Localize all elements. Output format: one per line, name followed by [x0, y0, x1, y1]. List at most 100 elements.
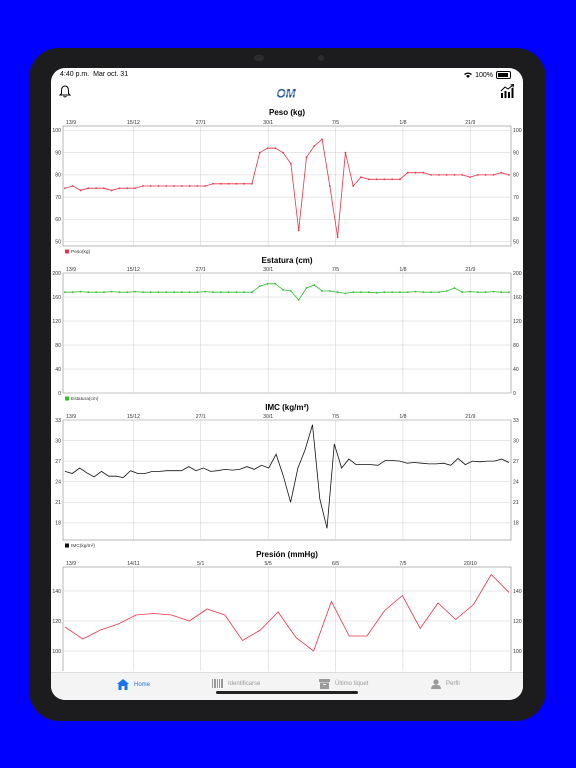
data-point [352, 185, 355, 187]
data-point [313, 284, 316, 286]
data-point [157, 185, 160, 187]
x-tick-label: 7/5 [332, 120, 339, 126]
x-tick-label: 21/9 [465, 267, 475, 273]
y-tick-label-left: 120 [52, 319, 61, 325]
data-point [391, 291, 394, 294]
data-point [344, 292, 347, 295]
tab-perfil[interactable]: Perfil [431, 679, 460, 689]
data-point [126, 291, 129, 294]
x-tick-label: 5/1 [197, 561, 204, 567]
legend-label: Peso(kg) [71, 249, 91, 255]
y-tick-label-right: 50 [513, 239, 519, 245]
y-tick-label-left: 21 [55, 500, 61, 506]
tab-ultimo-tiquet-label: Último tiquet [335, 681, 369, 687]
data-point [500, 171, 503, 174]
data-point [64, 187, 66, 190]
camera-notch [254, 55, 264, 61]
tab-home[interactable]: Home [117, 679, 150, 690]
x-tick-label: 1/8 [399, 267, 406, 273]
plot-frame [62, 125, 512, 247]
data-point [360, 291, 362, 294]
data-point [453, 173, 456, 176]
bmi-chart: 13/9 15/12 27/1 30/1 7/5 1/8 21/9 33 33 30 30 27 27 2… [55, 414, 519, 549]
data-point [258, 285, 261, 288]
data-point [243, 291, 246, 294]
data-point [492, 173, 495, 176]
y-tick-label-right: 80 [513, 343, 519, 349]
y-tick-label-left: 40 [55, 367, 61, 373]
y-tick-label-right: 120 [513, 319, 522, 325]
status-time-text: 4:40 p.m. [60, 71, 90, 78]
tab-identificarse-label: Identificarse [228, 680, 261, 687]
bell-icon[interactable] [59, 85, 71, 98]
data-point [430, 291, 433, 294]
data-point [445, 290, 448, 292]
data-point [173, 291, 175, 294]
data-point [289, 290, 292, 292]
data-point [266, 282, 269, 285]
y-tick-label-right: 100 [513, 649, 522, 655]
legend-swatch [65, 249, 69, 254]
data-point [422, 291, 425, 294]
data-point [204, 290, 207, 293]
tab-ultimo-tiquet[interactable]: Último tiquet [319, 679, 368, 689]
y-tick-label-left: 18 [55, 521, 61, 527]
data-point [126, 187, 129, 190]
x-tick-label: 20/10 [464, 561, 477, 567]
data-point [212, 291, 214, 294]
y-tick-label-left: 120 [52, 619, 61, 625]
bar-chart-icon[interactable] [500, 84, 515, 99]
x-tick-label: 13/9 [66, 561, 76, 567]
x-tick-label: 7/5 [332, 414, 339, 420]
y-tick-label-left: 33 [55, 418, 61, 424]
data-point [375, 178, 378, 181]
x-tick-label: 7/5 [399, 561, 406, 567]
y-tick-label-left: 100 [52, 128, 61, 134]
data-point [258, 151, 261, 154]
data-point [313, 145, 316, 147]
x-tick-label: 27/1 [196, 267, 206, 273]
data-point [173, 185, 175, 187]
data-point [118, 291, 121, 294]
x-tick-label: 27/1 [196, 120, 206, 126]
data-point [406, 171, 409, 174]
y-tick-label-right: 200 [513, 271, 522, 277]
data-point [141, 291, 144, 294]
data-point [422, 171, 425, 174]
data-point [235, 291, 238, 294]
data-point [476, 291, 479, 294]
data-point [305, 287, 308, 289]
y-tick-label-right: 160 [513, 295, 522, 301]
legend-swatch [65, 543, 69, 548]
y-tick-label-right: 40 [513, 367, 519, 373]
data-point [461, 291, 464, 294]
x-tick-label: 14/11 [127, 561, 140, 567]
data-point [500, 291, 503, 294]
battery-icon [496, 71, 511, 79]
data-point [282, 151, 285, 154]
y-tick-label-left: 60 [55, 217, 61, 223]
data-point [469, 176, 471, 179]
data-point [219, 291, 222, 294]
data-point [180, 185, 183, 187]
data-point [328, 290, 331, 292]
data-point [399, 178, 401, 181]
status-time: 4:40 p.m. Mar oct. 31 [60, 71, 128, 78]
data-point [103, 291, 105, 294]
home-icon [117, 679, 129, 690]
tab-perfil-label: Perfil [446, 681, 460, 687]
data-point [391, 178, 394, 181]
y-tick-label-right: 27 [513, 459, 519, 465]
x-tick-label: 13/9 [66, 120, 76, 126]
data-point [305, 156, 308, 159]
x-tick-label: 1/8 [399, 414, 406, 420]
y-tick-label-left: 50 [55, 239, 61, 245]
data-point [95, 187, 98, 190]
x-tick-label: 30/1 [263, 267, 273, 273]
data-point [71, 185, 74, 187]
tab-identificarse[interactable]: Identificarse [212, 679, 260, 688]
series-line-0 [65, 283, 509, 301]
battery-percent: 100% [475, 71, 493, 79]
y-tick-label-right: 80 [513, 173, 519, 179]
y-tick-label-right: 0 [513, 391, 516, 397]
